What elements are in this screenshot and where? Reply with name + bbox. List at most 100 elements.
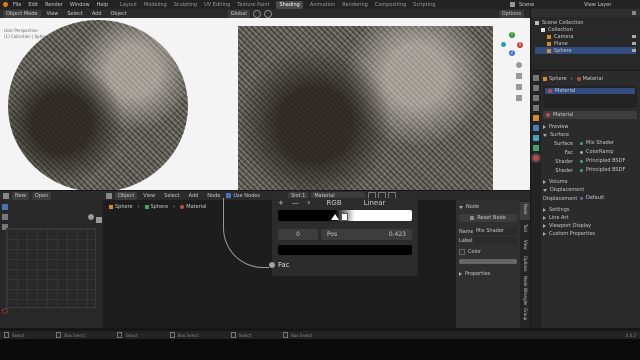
properties-subpanel[interactable]: Properties bbox=[459, 270, 517, 278]
menu-select[interactable]: Select bbox=[64, 10, 85, 18]
node-color-swatch[interactable] bbox=[459, 259, 517, 264]
gizmo-y-axis[interactable]: Y bbox=[509, 32, 515, 38]
gizmo-x-axis[interactable]: X bbox=[517, 42, 523, 48]
outliner-item-plane[interactable]: Plane bbox=[535, 40, 636, 47]
ramp-menu-icon[interactable]: ∨ bbox=[307, 200, 311, 206]
tab-node-wrangler[interactable]: Node Wrangler bbox=[520, 274, 530, 306]
outliner-item-camera[interactable]: Camera bbox=[535, 33, 636, 40]
menu-file[interactable]: File bbox=[13, 2, 21, 8]
pan-hand-icon[interactable] bbox=[516, 73, 522, 79]
line-art-panel[interactable]: Line Art bbox=[543, 214, 637, 222]
tab-tool[interactable]: Tool bbox=[520, 222, 530, 236]
displacement-field[interactable]: Default bbox=[577, 195, 637, 202]
image-editor[interactable] bbox=[0, 200, 103, 328]
visibility-eye-icon[interactable] bbox=[632, 49, 636, 52]
colorramp-node[interactable]: + — ∨ RGB Linear 0 Pos 0.423 Fac bbox=[269, 198, 418, 276]
select-tool-icon[interactable] bbox=[2, 204, 8, 210]
color-checkbox[interactable] bbox=[459, 249, 465, 255]
interpolation-dropdown[interactable]: Linear bbox=[364, 199, 386, 207]
gizmo-neg-x[interactable] bbox=[501, 42, 506, 47]
stop-pos-field[interactable]: Pos 0.423 bbox=[321, 229, 412, 240]
outliner-item-collection[interactable]: Collection bbox=[535, 26, 636, 33]
snap-icon[interactable] bbox=[252, 9, 261, 18]
custom-properties-panel[interactable]: Custom Properties bbox=[543, 230, 637, 238]
plane-object[interactable] bbox=[238, 26, 493, 190]
settings-panel[interactable]: Settings bbox=[543, 206, 637, 214]
fac-input-socket[interactable] bbox=[269, 262, 275, 268]
tab-sculpting[interactable]: Sculpting bbox=[174, 2, 197, 8]
menu-select[interactable]: Select bbox=[161, 192, 182, 200]
menu-view[interactable]: View bbox=[44, 10, 62, 18]
viewport-3d[interactable]: User Perspective (1) Collection | Sphere… bbox=[0, 18, 530, 190]
material-name-field[interactable]: Material bbox=[553, 112, 573, 118]
preview-panel[interactable]: Preview bbox=[543, 123, 637, 131]
tab-uv-editing[interactable]: UV Editing bbox=[204, 2, 230, 8]
pan-hand-icon[interactable] bbox=[95, 217, 102, 223]
orientation-dropdown[interactable]: Global bbox=[227, 9, 250, 18]
tab-animation[interactable]: Animation bbox=[310, 2, 336, 8]
sphere-object[interactable] bbox=[8, 20, 188, 190]
menu-edit[interactable]: Edit bbox=[28, 2, 38, 8]
material-slot-list[interactable]: Material bbox=[543, 86, 637, 108]
tab-modeling[interactable]: Modeling bbox=[144, 2, 167, 8]
shader-field-1[interactable]: Principled BSDF bbox=[577, 158, 637, 165]
material-browse-icon[interactable] bbox=[546, 113, 550, 117]
stop-index-field[interactable]: 0 bbox=[278, 229, 318, 240]
menu-render[interactable]: Render bbox=[45, 2, 63, 8]
reset-node-button[interactable]: Reset Node bbox=[459, 214, 517, 222]
tab-compositing[interactable]: Compositing bbox=[375, 2, 406, 8]
tab-texture-paint[interactable]: Texture Paint bbox=[237, 2, 269, 8]
camera-view-icon[interactable] bbox=[516, 84, 522, 90]
tab-rendering[interactable]: Rendering bbox=[342, 2, 368, 8]
data-tab-icon[interactable] bbox=[533, 145, 539, 151]
render-tab-icon[interactable] bbox=[533, 85, 539, 91]
menu-object[interactable]: Object bbox=[108, 10, 130, 18]
material-tab-icon[interactable] bbox=[533, 155, 539, 161]
zoom-icon[interactable] bbox=[88, 214, 94, 220]
node-panel-header[interactable]: Node bbox=[459, 203, 517, 211]
image-new-button[interactable]: New bbox=[12, 191, 29, 200]
remove-stop-button[interactable]: — bbox=[292, 199, 299, 207]
node-name-field[interactable]: Mix Shader bbox=[473, 228, 517, 235]
shader-type-dropdown[interactable]: Object bbox=[115, 191, 138, 200]
viewport-display-panel[interactable]: Viewport Display bbox=[543, 222, 637, 230]
filter-icon[interactable] bbox=[632, 11, 636, 15]
navigation-gizmo[interactable]: Y X Z bbox=[499, 32, 525, 58]
tab-shading[interactable]: Shading bbox=[276, 0, 303, 9]
node-editor[interactable]: Sphere › Sphere › Material + — ∨ RGB Lin… bbox=[103, 198, 456, 328]
cursor-tool-icon[interactable] bbox=[2, 214, 8, 220]
color-stop-marker-black[interactable] bbox=[331, 214, 339, 220]
outliner-item-sphere[interactable]: Sphere bbox=[535, 47, 636, 54]
image-open-button[interactable]: Open bbox=[31, 191, 52, 200]
menu-node[interactable]: Node bbox=[204, 192, 223, 200]
grid-view-icon[interactable] bbox=[516, 95, 522, 101]
proportional-edit-icon[interactable] bbox=[263, 9, 272, 18]
shader-field-2[interactable]: Principled BSDF bbox=[577, 167, 637, 174]
menu-help[interactable]: Help bbox=[97, 2, 108, 8]
fac-field[interactable]: ColorRamp bbox=[577, 149, 637, 156]
color-mode-dropdown[interactable]: RGB bbox=[327, 199, 342, 207]
menu-add[interactable]: Add bbox=[89, 10, 105, 18]
material-slot[interactable]: Material bbox=[545, 88, 635, 94]
object-tab-icon[interactable] bbox=[533, 115, 539, 121]
surface-shader-field[interactable]: Mix Shader bbox=[577, 140, 637, 147]
visibility-eye-icon[interactable] bbox=[632, 42, 636, 45]
tab-group[interactable]: Group bbox=[520, 306, 530, 324]
visibility-eye-icon[interactable] bbox=[632, 35, 636, 38]
zoom-icon[interactable] bbox=[516, 62, 522, 68]
modifier-tab-icon[interactable] bbox=[533, 125, 539, 131]
displacement-panel[interactable]: Displacement bbox=[543, 186, 637, 194]
stop-color-swatch[interactable] bbox=[278, 245, 412, 255]
blender-logo-icon[interactable] bbox=[3, 2, 8, 7]
view-layer-name[interactable]: View Layer bbox=[584, 2, 611, 8]
mode-dropdown[interactable]: Object Mode bbox=[3, 9, 41, 18]
add-stop-button[interactable]: + bbox=[278, 199, 284, 207]
volume-panel[interactable]: Volume bbox=[543, 178, 637, 186]
node-label-field[interactable] bbox=[473, 237, 517, 244]
tool-tab-icon[interactable] bbox=[533, 75, 539, 81]
menu-window[interactable]: Window bbox=[70, 2, 90, 8]
tab-view[interactable]: View bbox=[520, 238, 530, 252]
options-dropdown[interactable]: Options bbox=[498, 10, 524, 18]
editor-type-icon[interactable] bbox=[3, 192, 9, 199]
physics-tab-icon[interactable] bbox=[533, 135, 539, 141]
